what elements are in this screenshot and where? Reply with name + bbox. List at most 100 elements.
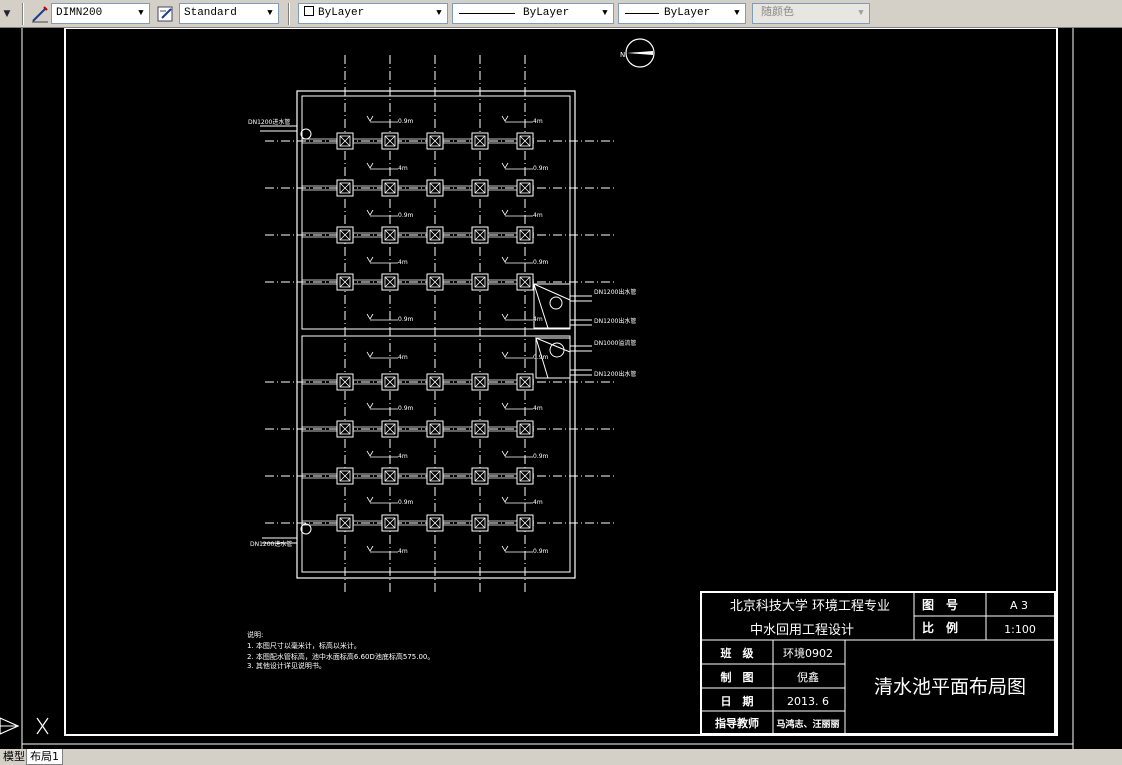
ucs-icon xyxy=(0,717,49,735)
level-label: 4m xyxy=(398,259,408,266)
drawing-svg: N DN1200进水管 DN1200进水管 DN1200出水管 DN1200出水… xyxy=(0,28,1074,749)
column-marker xyxy=(381,467,399,485)
level-label: 4m xyxy=(398,165,408,172)
linetype-preview xyxy=(459,13,515,14)
level-mark-icon: 4m xyxy=(501,115,543,125)
column-marker xyxy=(471,226,489,244)
chevron-down-icon: ▼ xyxy=(734,8,740,18)
column-marker xyxy=(516,514,534,532)
column-marker xyxy=(426,514,444,532)
column-marker xyxy=(381,179,399,197)
level-mark-icon: 4m xyxy=(366,545,408,555)
north-arrow-icon: N xyxy=(620,38,655,68)
column-marker xyxy=(336,514,354,532)
level-mark-icon: 4m xyxy=(366,256,408,266)
toolbar-separator xyxy=(288,3,290,25)
column-marker xyxy=(381,132,399,150)
level-label: 0.9m xyxy=(398,316,414,323)
school-name: 北京科技大学 环境工程专业 xyxy=(730,598,890,614)
outlet-label-1: DN1200出水管 xyxy=(594,288,636,296)
level-label: 4m xyxy=(533,405,543,412)
column-marker xyxy=(381,373,399,391)
drawing-canvas[interactable]: N DN1200进水管 DN1200进水管 DN1200出水管 DN1200出水… xyxy=(0,28,1122,749)
text-style-select[interactable]: Standard ▼ xyxy=(179,3,279,24)
lineweight-preview xyxy=(625,13,659,14)
column-marker xyxy=(471,273,489,291)
column-grid xyxy=(302,132,534,532)
column-marker xyxy=(471,514,489,532)
level-label: 4m xyxy=(533,118,543,125)
column-marker xyxy=(336,420,354,438)
linetype-select[interactable]: ByLayer ▼ xyxy=(452,3,614,24)
inlet-label-top: DN1200进水管 xyxy=(248,118,290,126)
design-notes: 说明: 1. 本图尺寸以毫米计，标高以米计。 2. 本图配水管标高，池中水面标高… xyxy=(247,630,434,670)
level-label: 0.9m xyxy=(398,405,414,412)
column-marker xyxy=(426,467,444,485)
chevron-down-icon: ▼ xyxy=(436,8,442,18)
level-label: 4m xyxy=(398,548,408,555)
tank-compartment-lower xyxy=(301,335,571,573)
inlet-label-bottom: DN1200进水管 xyxy=(250,540,292,548)
column-marker xyxy=(516,226,534,244)
level-label: 4m xyxy=(533,212,543,219)
chevron-down-icon: ▼ xyxy=(267,8,273,18)
tab-model[interactable]: 模型 xyxy=(0,749,28,764)
svg-text:N: N xyxy=(620,51,625,59)
drawing-no-label: 图 号 xyxy=(922,597,958,612)
column-marker xyxy=(516,467,534,485)
level-mark-icon: 4m xyxy=(501,313,543,323)
layer-color-select[interactable]: ByLayer ▼ xyxy=(298,3,448,24)
dimension-style-value: DIMN200 xyxy=(56,7,103,19)
layout-tabs: 模型 布局1 xyxy=(0,749,1122,765)
dimension-style-select[interactable]: DIMN200 ▼ xyxy=(51,3,150,24)
text-style-icon[interactable] xyxy=(156,4,176,24)
column-marker xyxy=(426,179,444,197)
column-marker xyxy=(516,420,534,438)
notes-line-2: 2. 本图配水管标高，池中水面标高6.60D池底标高575.00。 xyxy=(247,652,434,661)
tab-layout1[interactable]: 布局1 xyxy=(26,749,63,765)
notes-line-3: 3. 其他设计详见说明书。 xyxy=(247,661,326,670)
notes-title: 说明: xyxy=(247,630,263,639)
level-label: 0.9m xyxy=(533,354,549,361)
chevron-down-icon: ▼ xyxy=(602,8,608,18)
column-marker xyxy=(516,179,534,197)
advisor-value: 马鸿志、汪丽丽 xyxy=(776,718,839,730)
color-swatch-icon xyxy=(304,4,314,23)
tank-compartment-upper xyxy=(301,95,571,330)
lineweight-select[interactable]: ByLayer ▼ xyxy=(618,3,746,24)
column-marker xyxy=(516,132,534,150)
column-marker xyxy=(471,373,489,391)
column-marker xyxy=(381,420,399,438)
date-value: 2013. 6 xyxy=(787,695,829,708)
drawing-title: 清水池平面布局图 xyxy=(874,676,1026,698)
level-label: 0.9m xyxy=(533,453,549,460)
level-label: 4m xyxy=(533,316,543,323)
class-value: 环境0902 xyxy=(783,646,833,660)
level-label: 0.9m xyxy=(398,118,414,125)
outlet-label-3: DN1000溢流管 xyxy=(594,339,636,347)
chevron-down-icon: ▼ xyxy=(138,8,144,18)
text-style-value: Standard xyxy=(184,7,237,19)
toolbar-separator xyxy=(22,3,24,25)
column-marker xyxy=(426,420,444,438)
date-label: 日 期 xyxy=(721,694,754,708)
title-block: 北京科技大学 环境工程专业 中水回用工程设计 图 号 A 3 比 例 1:100… xyxy=(700,591,1056,735)
dimension-style-icon[interactable] xyxy=(30,4,50,24)
column-marker xyxy=(336,179,354,197)
level-mark-icon: 4m xyxy=(366,450,408,460)
plot-style-select: 随颜色 ▼ xyxy=(752,3,870,24)
drawn-by-value: 倪鑫 xyxy=(797,670,819,684)
level-label: 4m xyxy=(533,499,543,506)
column-marker xyxy=(381,514,399,532)
column-marker xyxy=(336,273,354,291)
level-label: 0.9m xyxy=(533,165,549,172)
outlet-label-4: DN1200出水管 xyxy=(594,370,636,378)
column-marker xyxy=(426,373,444,391)
column-marker xyxy=(336,132,354,150)
level-mark-icon: 4m xyxy=(366,162,408,172)
level-label: 4m xyxy=(398,354,408,361)
level-label: 0.9m xyxy=(533,548,549,555)
column-marker xyxy=(471,467,489,485)
dropdown-arrow-icon[interactable]: ▼ xyxy=(0,4,14,24)
chevron-down-icon: ▼ xyxy=(858,8,864,18)
